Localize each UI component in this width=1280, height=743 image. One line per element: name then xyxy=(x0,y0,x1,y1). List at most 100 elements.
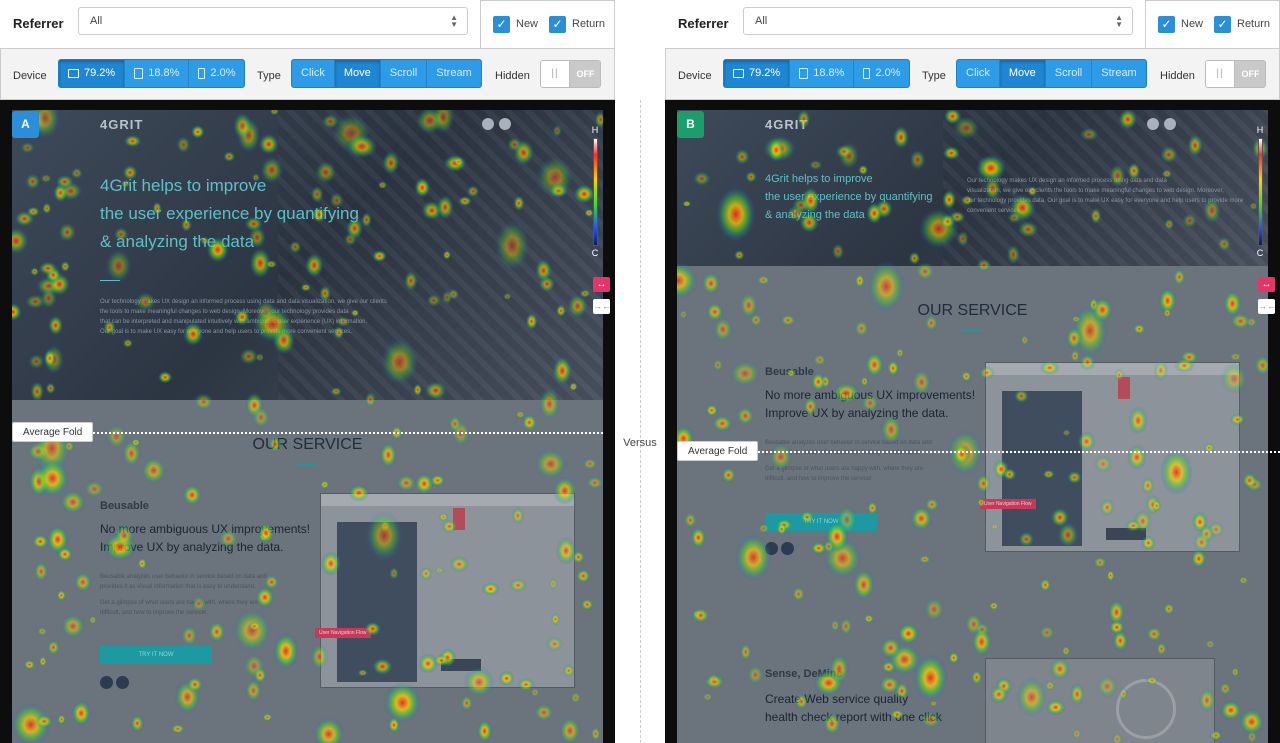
device-mobile-button[interactable]: 2.0% xyxy=(189,60,244,87)
type-stream-button[interactable]: Stream xyxy=(1092,60,1145,87)
heat-blob xyxy=(361,212,372,228)
heat-blob xyxy=(794,693,809,710)
heat-blob xyxy=(976,258,992,272)
heat-blob xyxy=(1018,531,1035,547)
heat-blob xyxy=(1145,675,1159,686)
type-move-button[interactable]: Move xyxy=(334,60,381,87)
heat-blob xyxy=(1124,519,1142,532)
heat-blob xyxy=(1067,470,1082,484)
type-label: Type xyxy=(257,70,281,82)
heat-blob xyxy=(12,302,22,321)
heat-blob xyxy=(677,262,698,299)
heat-blob xyxy=(223,151,236,163)
heat-blob xyxy=(1027,186,1038,197)
heat-blob xyxy=(12,227,29,255)
heat-blob xyxy=(379,441,398,469)
heatmap-viewport[interactable]: 4GRIT 4Grit helps to improve the user ex… xyxy=(0,100,615,743)
heat-blob xyxy=(377,181,388,189)
expand-icon[interactable]: ↔ xyxy=(593,277,610,292)
heat-blob xyxy=(46,639,61,656)
device-desktop-share: 79.2% xyxy=(749,67,781,79)
heat-blob xyxy=(310,643,329,670)
heat-blob xyxy=(441,289,453,305)
heat-blob xyxy=(114,523,135,548)
heat-blob xyxy=(734,148,750,165)
type-stream-button[interactable]: Stream xyxy=(427,60,480,87)
heat-blob xyxy=(909,149,926,170)
heat-blob xyxy=(105,248,132,283)
heat-blob xyxy=(208,621,226,643)
heat-blob xyxy=(942,146,961,161)
return-visitor-checkbox[interactable]: ✓ Return xyxy=(1214,15,1270,33)
referrer-label: Referrer xyxy=(678,16,729,31)
type-scroll-button[interactable]: Scroll xyxy=(381,60,428,87)
heat-blob xyxy=(1219,681,1232,696)
device-tablet-button[interactable]: 18.8% xyxy=(125,60,190,87)
new-visitor-checkbox[interactable]: ✓ New xyxy=(493,15,538,33)
device-button-group: 79.2% 18.8% 2.0% xyxy=(723,59,911,88)
collapse-icon[interactable]: →← xyxy=(593,299,611,314)
heat-blob xyxy=(867,501,878,515)
type-click-button[interactable]: Click xyxy=(292,60,335,87)
heat-blob xyxy=(120,179,132,188)
heat-blob xyxy=(530,687,540,698)
heat-blob xyxy=(580,598,594,611)
heat-blob xyxy=(45,382,56,395)
heat-blob xyxy=(858,164,869,176)
type-scroll-button[interactable]: Scroll xyxy=(1046,60,1093,87)
expand-icon[interactable]: ↔ xyxy=(1258,277,1275,292)
collapse-icon[interactable]: →← xyxy=(1258,299,1276,314)
type-move-button[interactable]: Move xyxy=(999,60,1046,87)
heat-blob xyxy=(863,614,875,624)
heat-blob xyxy=(186,676,204,693)
heat-blob xyxy=(1141,535,1156,551)
heat-blob xyxy=(413,383,423,397)
hidden-toggle[interactable]: || OFF xyxy=(540,60,601,88)
heat-blob xyxy=(351,309,360,317)
heat-blob xyxy=(1202,196,1221,224)
device-desktop-button[interactable]: 79.2% xyxy=(724,60,791,87)
type-click-button[interactable]: Click xyxy=(957,60,1000,87)
heat-blob xyxy=(1160,145,1178,164)
heat-blob xyxy=(1039,577,1052,592)
heat-blob xyxy=(702,692,713,702)
heat-blob xyxy=(513,195,525,211)
heat-blob xyxy=(60,260,70,272)
referrer-select[interactable]: All ▲ ▼ xyxy=(78,7,468,35)
hidden-toggle[interactable]: || OFF xyxy=(1205,60,1266,88)
type-button-group: Click Move Scroll Stream xyxy=(956,59,1147,88)
heat-blob xyxy=(549,578,558,590)
heat-blob xyxy=(113,227,129,242)
heat-blob xyxy=(372,250,387,263)
device-mobile-button[interactable]: 2.0% xyxy=(854,60,909,87)
heat-blob xyxy=(315,160,337,184)
heat-blob xyxy=(797,110,811,129)
heat-blob xyxy=(333,325,345,340)
heat-blob xyxy=(534,448,568,480)
heat-blob xyxy=(170,723,185,734)
device-desktop-button[interactable]: 79.2% xyxy=(59,60,126,87)
return-visitor-checkbox[interactable]: ✓ Return xyxy=(549,15,605,33)
heat-blob xyxy=(776,523,788,536)
heat-blob xyxy=(881,660,896,674)
heat-blob xyxy=(729,360,761,388)
toggle-state: OFF xyxy=(570,61,600,87)
heat-blob xyxy=(1006,244,1021,265)
heat-blob xyxy=(135,292,156,312)
referrer-select[interactable]: All ▲ ▼ xyxy=(743,7,1133,35)
heat-blob xyxy=(924,314,939,332)
heat-blob xyxy=(736,406,755,426)
heatmap-viewport[interactable]: 4GRIT 4Grit helps to improve the user ex… xyxy=(665,100,1280,743)
heat-blob xyxy=(289,240,302,254)
heat-blob xyxy=(43,349,56,368)
desktop-icon xyxy=(733,69,744,78)
heat-blob xyxy=(879,636,902,659)
heat-blob xyxy=(1007,212,1022,224)
device-tablet-button[interactable]: 18.8% xyxy=(790,60,855,87)
new-visitor-checkbox[interactable]: ✓ New xyxy=(1158,15,1203,33)
visitor-type-box: ✓ New ✓ Return xyxy=(1145,0,1280,49)
heat-blob xyxy=(852,568,875,601)
heat-blob xyxy=(372,658,393,675)
heat-blob xyxy=(559,716,581,743)
heat-blob xyxy=(1065,326,1083,350)
